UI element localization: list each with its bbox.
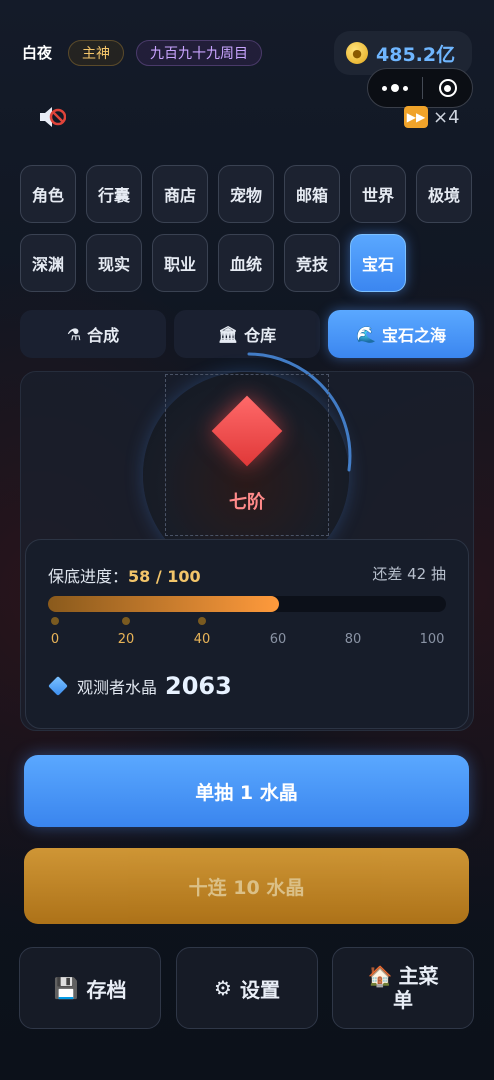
wave-icon: 🌊 bbox=[356, 324, 376, 344]
building-icon: 🏛 bbox=[217, 324, 239, 344]
pity-tick-0: 0 bbox=[50, 632, 60, 647]
nav-button-bloodline[interactable]: 血统 bbox=[218, 234, 274, 292]
settings-button[interactable]: ⚙ 设置 bbox=[176, 947, 318, 1029]
pity-tick-100: 100 bbox=[419, 632, 445, 647]
floppy-disk-icon: 💾 bbox=[53, 976, 79, 1000]
gold-coin-icon: ● bbox=[346, 42, 368, 64]
gear-icon: ⚙ bbox=[214, 976, 232, 1000]
pity-progress-fill bbox=[48, 596, 279, 612]
mute-button[interactable] bbox=[36, 102, 67, 132]
house-icon: 🏠 bbox=[367, 964, 393, 988]
nav-button-mail[interactable]: 邮箱 bbox=[284, 165, 340, 223]
nav-button-gem[interactable]: 宝石 bbox=[350, 234, 406, 292]
nav-button-arena[interactable]: 竞技 bbox=[284, 234, 340, 292]
more-options-button[interactable] bbox=[368, 69, 422, 107]
currency-value: 485.2亿 bbox=[376, 43, 456, 66]
pity-progress-value: 58 / 100 bbox=[128, 567, 201, 586]
pity-progress: 保底进度：58 / 100 bbox=[48, 563, 201, 587]
speed-toggle[interactable]: ▶▶ ×4 bbox=[404, 106, 460, 128]
speed-label: ×4 bbox=[433, 106, 460, 128]
pity-tick-20: 20 bbox=[117, 632, 135, 647]
tab-warehouse-label: 仓库 bbox=[244, 326, 277, 345]
nav-button-role[interactable]: 角色 bbox=[20, 165, 76, 223]
player-name: 白夜 bbox=[22, 44, 53, 62]
main-menu-button[interactable]: 🏠 主菜 单 bbox=[332, 947, 474, 1029]
settings-label: 设置 bbox=[239, 977, 280, 1002]
nav-button-world[interactable]: 世界 bbox=[350, 165, 406, 223]
crystal-diamond-icon bbox=[48, 676, 68, 696]
pity-tick-60: 60 bbox=[269, 632, 287, 647]
nav-button-pet[interactable]: 宠物 bbox=[218, 165, 274, 223]
save-button[interactable]: 💾 存档 bbox=[19, 947, 161, 1029]
close-miniprogram-button[interactable] bbox=[423, 69, 472, 107]
milestone-dot bbox=[51, 617, 59, 625]
pity-tick-40: 40 bbox=[193, 632, 211, 647]
tab-gem-sea-label: 宝石之海 bbox=[381, 326, 446, 345]
crystal-value: 2063 bbox=[165, 672, 232, 700]
gem-tier-label: 七阶 bbox=[229, 492, 265, 513]
crystal-label: 观测者水晶 bbox=[77, 678, 158, 697]
nav-button-bag[interactable]: 行囊 bbox=[86, 165, 142, 223]
main-menu-label-line1: 主菜 bbox=[398, 964, 439, 988]
pity-tick-80: 80 bbox=[344, 632, 362, 647]
cycle-badge: 九百九十九周目 bbox=[136, 40, 262, 66]
fast-forward-icon: ▶▶ bbox=[404, 106, 428, 128]
pity-progress-label: 保底进度： bbox=[48, 567, 129, 586]
nav-button-abyss[interactable]: 深渊 bbox=[20, 234, 76, 292]
nav-button-shop[interactable]: 商店 bbox=[152, 165, 208, 223]
milestone-dot bbox=[198, 617, 206, 625]
flask-icon: ⚗ bbox=[66, 324, 82, 344]
target-close-icon bbox=[438, 79, 457, 97]
save-label: 存档 bbox=[86, 977, 127, 1002]
speaker-muted-icon bbox=[40, 107, 67, 127]
class-badge: 主神 bbox=[68, 40, 124, 66]
pity-remaining: 还差 42 抽 bbox=[372, 565, 446, 583]
nav-button-job[interactable]: 职业 bbox=[152, 234, 208, 292]
tab-synthesis-label: 合成 bbox=[87, 326, 120, 345]
crystal-balance: 观测者水晶 2063 bbox=[48, 672, 232, 700]
ten-draw-button[interactable]: 十连 10 水晶 bbox=[24, 848, 469, 924]
main-menu-label-line2: 单 bbox=[393, 988, 413, 1012]
miniprogram-capsule bbox=[367, 68, 473, 108]
milestone-dot bbox=[122, 617, 130, 625]
more-dots-icon bbox=[382, 84, 408, 92]
nav-button-reality[interactable]: 现实 bbox=[86, 234, 142, 292]
nav-button-extreme[interactable]: 极境 bbox=[416, 165, 472, 223]
single-draw-button[interactable]: 单抽 1 水晶 bbox=[24, 755, 469, 827]
